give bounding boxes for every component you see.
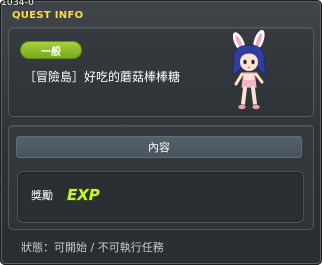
category-badge: 一般 <box>20 41 82 59</box>
bunny-character-sprite <box>231 30 267 110</box>
svg-text:EXP: EXP <box>67 186 100 203</box>
content-header: 內容 <box>16 136 302 158</box>
quest-id: 1034-0 <box>1 0 35 8</box>
quest-info-window: 1034-0 QUEST INFO 一般 ［冒險島］好吃的蘑菇棒棒糖 內容 獎勵 <box>0 0 322 265</box>
reward-label: 獎勵 <box>31 189 53 202</box>
quest-status: 狀態：可開始 / 不可執行任務 <box>21 241 164 254</box>
reward-box <box>17 171 304 223</box>
exp-icon: EXP <box>66 185 100 203</box>
quest-name: ［冒險島］好吃的蘑菇棒棒糖 <box>24 70 181 84</box>
window-title: QUEST INFO <box>12 10 84 21</box>
